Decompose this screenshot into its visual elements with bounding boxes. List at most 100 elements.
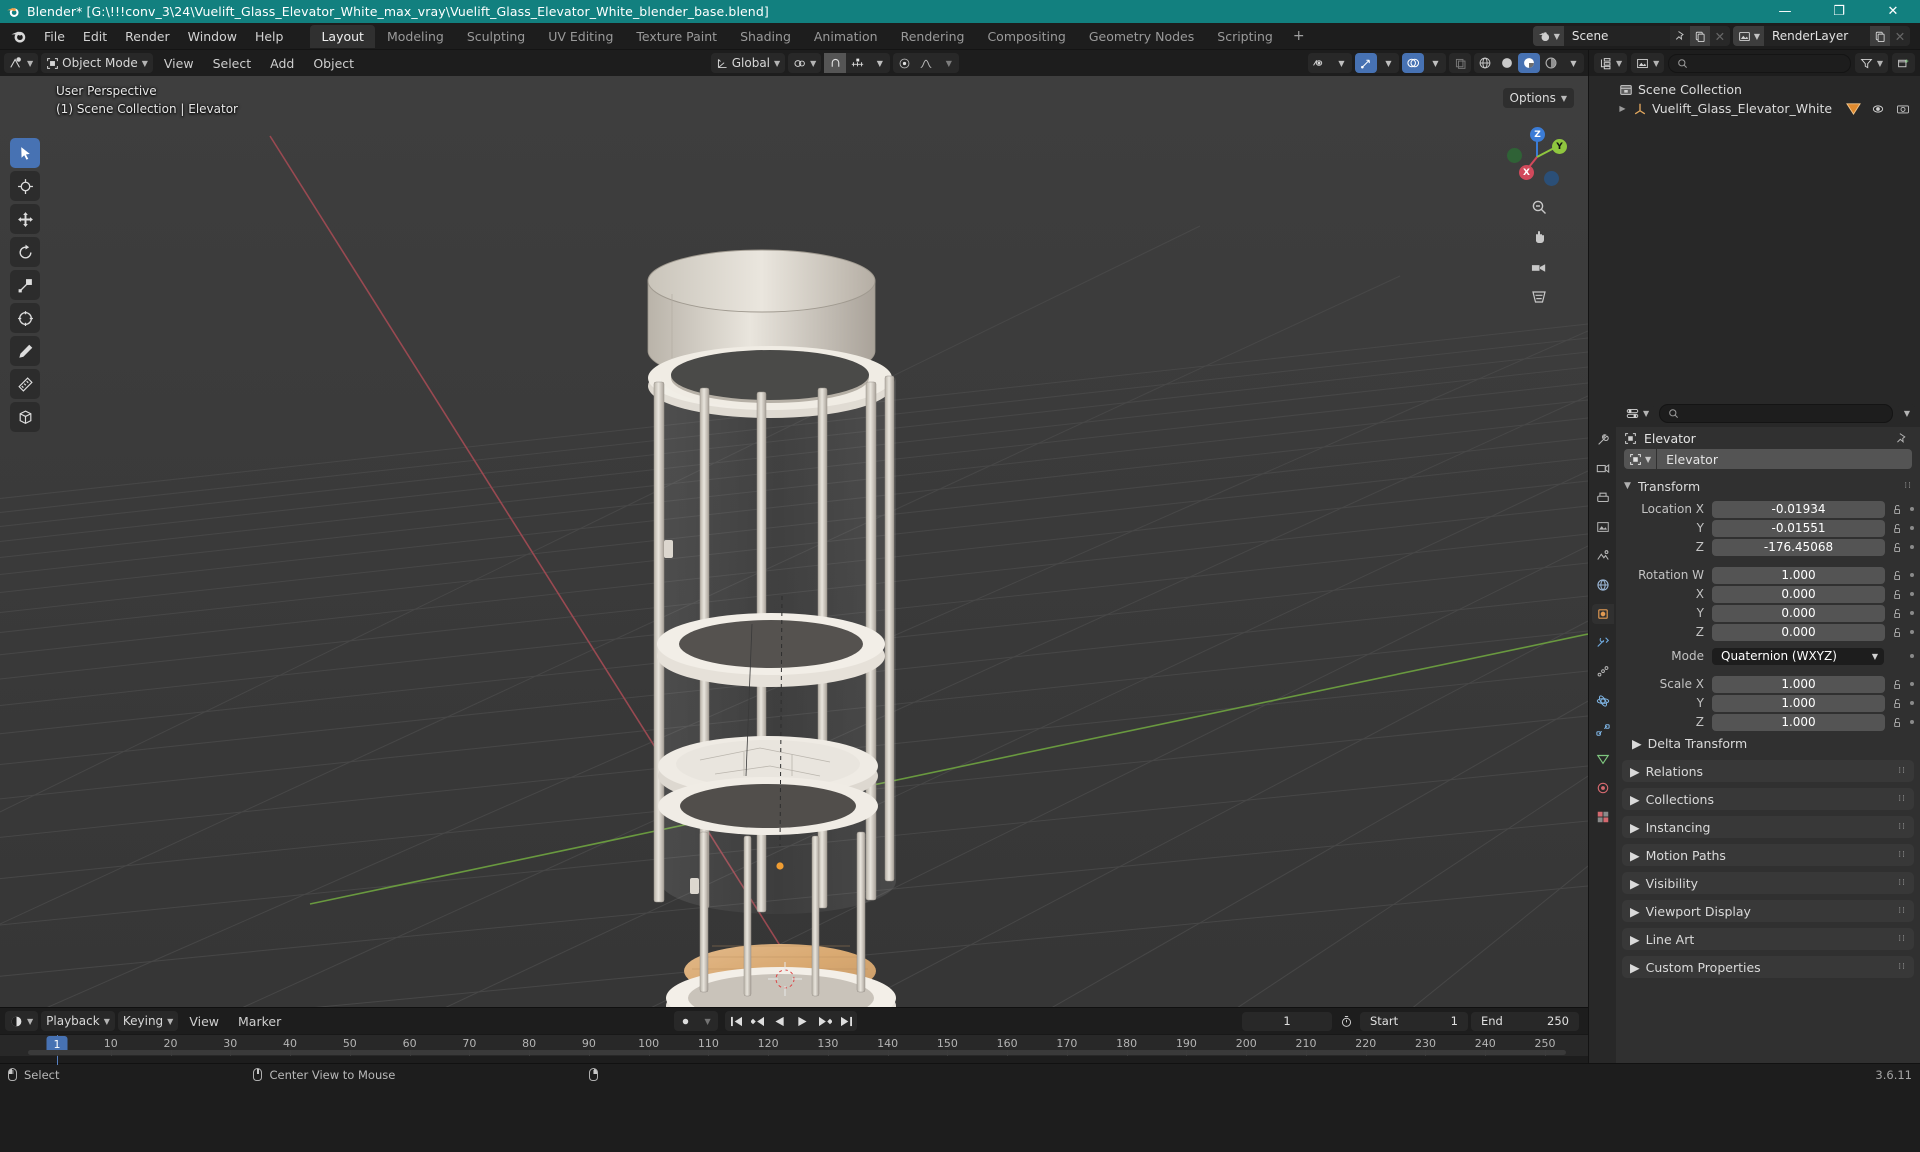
properties-search-input[interactable] xyxy=(1659,404,1893,423)
disclosure-triangle-icon[interactable]: ▶ xyxy=(1617,104,1628,113)
object-mode-selector[interactable]: Object Mode ▼ xyxy=(41,53,153,73)
viewlayer-selector[interactable]: ▼ RenderLayer ✕ xyxy=(1732,26,1910,46)
falloff-curve-icon[interactable] xyxy=(915,53,937,73)
unlock-icon[interactable] xyxy=(1892,542,1903,553)
outliner-new-collection-button[interactable] xyxy=(1892,53,1915,73)
outliner-row-object[interactable]: ▶ Vuelift_Glass_Elevator_White xyxy=(1589,99,1920,118)
snap-target-icon[interactable] xyxy=(846,53,868,73)
pan-hand-icon[interactable] xyxy=(1526,224,1552,250)
tab-animation[interactable]: Animation xyxy=(803,25,889,48)
animate-property-dot[interactable] xyxy=(1910,507,1914,511)
jump-to-next-keyframe-button[interactable] xyxy=(813,1011,835,1031)
blender-menu-icon[interactable] xyxy=(10,28,27,45)
field-value[interactable]: -0.01934 xyxy=(1712,500,1885,518)
tab-object-properties[interactable] xyxy=(1591,604,1614,624)
properties-editor-type-button[interactable]: ▼ xyxy=(1621,403,1655,424)
field-value[interactable]: -176.45068 xyxy=(1712,538,1885,556)
object-name-field[interactable]: ▼ Elevator xyxy=(1624,449,1912,469)
tab-modeling[interactable]: Modeling xyxy=(376,25,455,48)
disable-in-renders-icon[interactable] xyxy=(1896,103,1910,115)
jump-to-prev-keyframe-button[interactable] xyxy=(747,1011,769,1031)
viewport-options-button[interactable]: Options ▼ xyxy=(1502,88,1574,108)
gizmo-axis-x[interactable]: X xyxy=(1519,165,1534,180)
tab-layout[interactable]: Layout xyxy=(310,24,375,48)
overlay-chevron-icon[interactable]: ▼ xyxy=(1424,53,1446,73)
panel-motion-paths[interactable]: ▶ Motion Paths ⁞⁞ xyxy=(1622,844,1914,866)
shading-material-preview-icon[interactable] xyxy=(1518,53,1540,73)
viewport-menu-view[interactable]: View xyxy=(156,54,202,73)
unlock-icon[interactable] xyxy=(1892,717,1903,728)
tab-render-properties[interactable] xyxy=(1592,459,1614,479)
menu-render[interactable]: Render xyxy=(116,26,179,47)
unlock-icon[interactable] xyxy=(1892,570,1903,581)
panel-instancing[interactable]: ▶ Instancing ⁞⁞ xyxy=(1622,816,1914,838)
gizmo-axis-neg-z[interactable] xyxy=(1544,171,1559,186)
field-value[interactable]: 0.000 xyxy=(1712,623,1885,641)
viewlayer-name[interactable]: RenderLayer xyxy=(1764,26,1870,46)
snap-magnet-icon[interactable] xyxy=(824,53,847,73)
play-reverse-button[interactable] xyxy=(769,1011,791,1031)
tab-world-properties[interactable] xyxy=(1592,575,1614,595)
timeline-menu-playback[interactable]: Playback ▼ xyxy=(41,1011,115,1031)
outliner-search-input[interactable] xyxy=(1668,53,1851,73)
tab-sculpting[interactable]: Sculpting xyxy=(456,25,536,48)
show-gizmo-icon[interactable] xyxy=(1355,53,1377,73)
tab-view-layer-properties[interactable] xyxy=(1592,517,1614,537)
outliner-row-scene-collection[interactable]: Scene Collection xyxy=(1589,80,1920,99)
annotate-tool[interactable] xyxy=(10,336,40,366)
auto-keyframe-icon[interactable] xyxy=(674,1011,696,1031)
tab-uv-editing[interactable]: UV Editing xyxy=(537,25,624,48)
pin-icon[interactable] xyxy=(1670,26,1690,46)
use-preview-range-icon[interactable] xyxy=(1335,1015,1357,1028)
gizmo-chevron-icon[interactable]: ▼ xyxy=(1377,53,1399,73)
proportional-edit-icon[interactable] xyxy=(893,53,915,73)
panel-visibility[interactable]: ▶ Visibility ⁞⁞ xyxy=(1622,872,1914,894)
end-frame-field[interactable]: End 250 xyxy=(1471,1011,1579,1031)
viewport-menu-object[interactable]: Object xyxy=(305,54,362,73)
tab-physics-properties[interactable] xyxy=(1592,691,1614,711)
tab-particle-properties[interactable] xyxy=(1592,662,1614,682)
animate-property-dot[interactable] xyxy=(1910,592,1914,596)
scene-name[interactable]: Scene xyxy=(1563,26,1670,46)
timeline-menu-view[interactable]: View xyxy=(181,1012,227,1031)
animate-property-dot[interactable] xyxy=(1910,526,1914,530)
shading-rendered-icon[interactable] xyxy=(1540,53,1562,73)
maximize-button[interactable]: ❐ xyxy=(1812,0,1866,23)
scene-icon[interactable]: ▼ xyxy=(1532,26,1564,46)
outliner-filter-button[interactable]: ▼ xyxy=(1854,53,1888,73)
unlock-icon[interactable] xyxy=(1892,627,1903,638)
object-type-icon[interactable]: ▼ xyxy=(1624,449,1657,469)
timeline-menu-keying[interactable]: Keying ▼ xyxy=(117,1011,179,1031)
menu-edit[interactable]: Edit xyxy=(74,26,116,47)
viewport-canvas[interactable]: User Perspective (1) Scene Collection | … xyxy=(0,76,1588,1007)
menu-help[interactable]: Help xyxy=(246,26,293,47)
tab-tool-properties[interactable] xyxy=(1592,430,1614,450)
animate-property-dot[interactable] xyxy=(1910,545,1914,549)
scale-tool[interactable] xyxy=(10,270,40,300)
animate-property-dot[interactable] xyxy=(1910,630,1914,634)
tab-object-data-properties[interactable] xyxy=(1592,749,1614,769)
gizmo-axis-neg-y[interactable] xyxy=(1507,148,1522,163)
current-frame-field[interactable]: 1 xyxy=(1242,1011,1332,1031)
move-tool[interactable] xyxy=(10,204,40,234)
scene-selector[interactable]: ▼ Scene ✕ xyxy=(1532,26,1730,46)
panel-custom-properties[interactable]: ▶ Custom Properties ⁞⁞ xyxy=(1622,956,1914,978)
tab-scene-properties[interactable] xyxy=(1592,546,1614,566)
panel-header-transform[interactable]: ▼ Transform ⁞⁞ xyxy=(1616,475,1920,497)
tab-shading[interactable]: Shading xyxy=(729,25,802,48)
animate-property-dot[interactable] xyxy=(1910,701,1914,705)
outliner-editor-type-button[interactable]: ▼ xyxy=(1594,53,1628,73)
menu-window[interactable]: Window xyxy=(179,26,246,47)
falloff-chevron-icon[interactable]: ▼ xyxy=(937,53,959,73)
field-value[interactable]: 1.000 xyxy=(1712,694,1885,712)
hide-in-viewport-icon[interactable] xyxy=(1871,103,1885,115)
add-workspace-button[interactable]: + xyxy=(1285,25,1313,47)
gizmo-axis-z[interactable]: Z xyxy=(1530,127,1545,142)
play-button[interactable] xyxy=(791,1011,813,1031)
gizmo-axis-y[interactable]: Y xyxy=(1552,139,1567,154)
panel-line-art[interactable]: ▶ Line Art ⁞⁞ xyxy=(1622,928,1914,950)
shading-chevron-icon[interactable]: ▼ xyxy=(1562,53,1584,73)
menu-file[interactable]: File xyxy=(35,26,74,47)
tab-rendering[interactable]: Rendering xyxy=(890,25,976,48)
animate-property-dot[interactable] xyxy=(1910,611,1914,615)
